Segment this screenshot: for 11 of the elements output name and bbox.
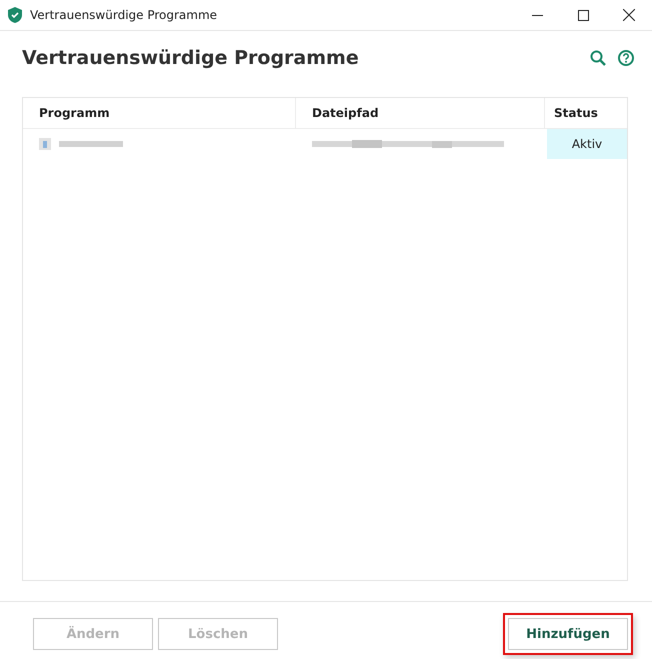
column-header[interactable]: Status: [545, 98, 627, 128]
action-button[interactable]: Hinzufügen: [508, 618, 628, 650]
status-cell: Aktiv: [547, 129, 627, 159]
shield-icon: [8, 7, 22, 23]
window-title: Vertrauenswürdige Programme: [30, 8, 218, 22]
maximize-icon: [578, 10, 588, 20]
column-header[interactable]: Dateipfad: [296, 98, 545, 128]
page-heading: Vertrauenswürdige Programme: [22, 47, 360, 69]
close-icon: [623, 9, 635, 21]
minimize-icon: [532, 14, 542, 16]
column-header[interactable]: Programm: [23, 98, 296, 128]
